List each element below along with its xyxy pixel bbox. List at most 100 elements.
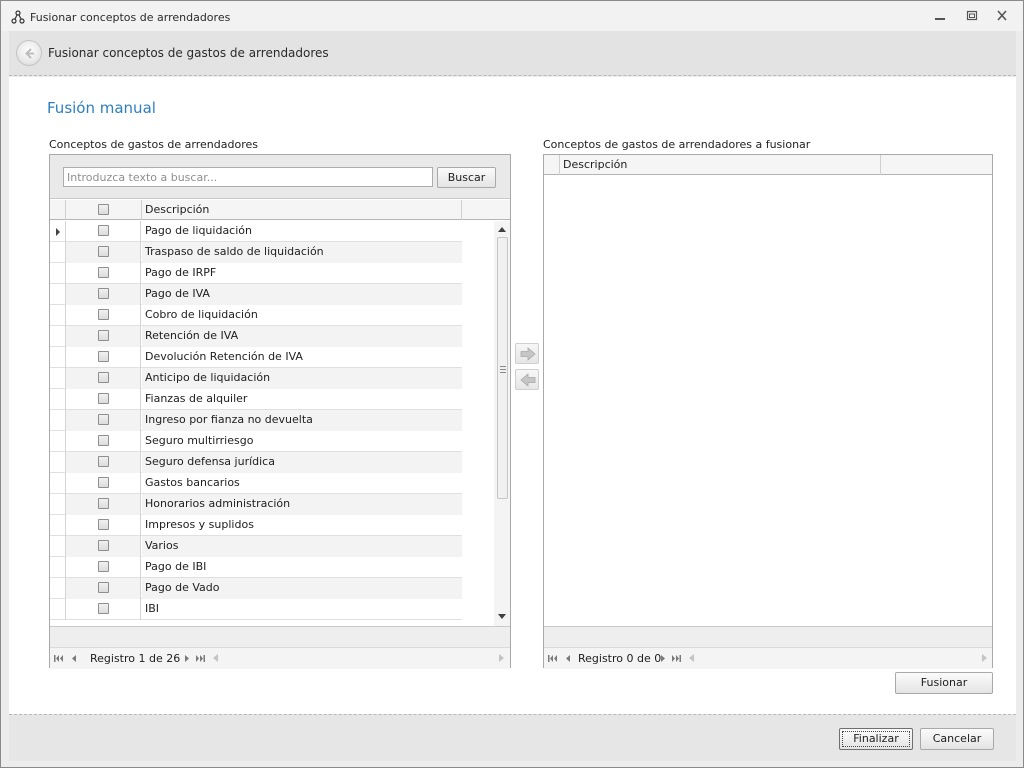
row-description[interactable]: Seguro defensa jurídica [142, 452, 462, 473]
remove-from-merge-button[interactable] [515, 369, 539, 390]
next-record-icon[interactable] [182, 654, 191, 663]
select-all-checkbox[interactable] [98, 204, 109, 215]
merge-button[interactable]: Fusionar [895, 672, 993, 694]
row-indicator[interactable] [50, 452, 66, 473]
table-row[interactable]: Ingreso por fianza no devuelta [50, 410, 494, 431]
table-row[interactable]: Pago de Vado [50, 578, 494, 599]
cancel-button[interactable]: Cancelar [920, 728, 994, 750]
previous-record-icon[interactable] [70, 654, 79, 663]
row-description[interactable]: Traspaso de saldo de liquidación [142, 242, 462, 263]
row-indicator[interactable] [50, 515, 66, 536]
table-row[interactable]: Anticipo de liquidación [50, 368, 494, 389]
row-checkbox[interactable] [98, 351, 109, 362]
table-row[interactable]: Honorarios administración [50, 494, 494, 515]
row-indicator[interactable] [50, 242, 66, 263]
row-description[interactable]: Honorarios administración [142, 494, 462, 515]
table-row[interactable]: Gastos bancarios [50, 473, 494, 494]
row-description[interactable]: Cobro de liquidación [142, 305, 462, 326]
finish-button[interactable]: Finalizar [839, 728, 913, 750]
row-description[interactable]: Seguro multirriesgo [142, 431, 462, 452]
row-description[interactable]: Pago de IVA [142, 284, 462, 305]
row-indicator[interactable] [50, 599, 66, 620]
last-record-icon[interactable] [672, 654, 681, 663]
description-column-header[interactable]: Descripción [142, 200, 462, 220]
row-checkbox[interactable] [98, 603, 109, 614]
restore-icon[interactable] [965, 10, 979, 22]
row-description[interactable]: Pago de IRPF [142, 263, 462, 284]
row-checkbox[interactable] [98, 246, 109, 257]
table-row[interactable]: Impresos y suplidos [50, 515, 494, 536]
row-checkbox[interactable] [98, 267, 109, 278]
row-indicator[interactable] [50, 578, 66, 599]
add-to-merge-button[interactable] [515, 343, 539, 364]
row-description[interactable]: Anticipo de liquidación [142, 368, 462, 389]
row-description[interactable]: Fianzas de alquiler [142, 389, 462, 410]
search-button[interactable]: Buscar [437, 167, 496, 188]
row-description[interactable]: Pago de Vado [142, 578, 462, 599]
row-checkbox[interactable] [98, 477, 109, 488]
row-indicator[interactable] [50, 431, 66, 452]
row-checkbox[interactable] [98, 414, 109, 425]
search-input[interactable] [63, 167, 433, 187]
row-description[interactable]: Retención de IVA [142, 326, 462, 347]
table-row[interactable]: Traspaso de saldo de liquidación [50, 242, 494, 263]
row-indicator[interactable] [50, 368, 66, 389]
table-row[interactable]: Retención de IVA [50, 326, 494, 347]
row-indicator[interactable] [50, 305, 66, 326]
row-indicator[interactable] [50, 494, 66, 515]
row-description[interactable]: IBI [142, 599, 462, 620]
table-row[interactable]: Pago de IRPF [50, 263, 494, 284]
scroll-left-arrow-icon[interactable] [213, 654, 218, 662]
first-record-icon[interactable] [548, 654, 557, 663]
row-indicator[interactable] [50, 326, 66, 347]
table-row[interactable]: Pago de IBI [50, 557, 494, 578]
row-checkbox[interactable] [98, 225, 109, 236]
table-row[interactable]: Pago de IVA [50, 284, 494, 305]
row-checkbox[interactable] [98, 288, 109, 299]
row-checkbox[interactable] [98, 456, 109, 467]
scroll-left-arrow-icon[interactable] [689, 654, 694, 662]
scroll-right-arrow-icon[interactable] [499, 654, 504, 662]
row-indicator[interactable] [50, 557, 66, 578]
last-record-icon[interactable] [196, 654, 205, 663]
previous-record-icon[interactable] [564, 654, 573, 663]
description-column-header[interactable]: Descripción [560, 155, 881, 175]
row-checkbox[interactable] [98, 540, 109, 551]
table-row[interactable]: Seguro defensa jurídica [50, 452, 494, 473]
table-row[interactable]: IBI [50, 599, 494, 620]
table-row[interactable]: Devolución Retención de IVA [50, 347, 494, 368]
row-description[interactable]: Gastos bancarios [142, 473, 462, 494]
row-indicator[interactable] [50, 473, 66, 494]
scroll-down-arrow-icon[interactable] [498, 614, 506, 619]
table-row[interactable]: Cobro de liquidación [50, 305, 494, 326]
back-button[interactable] [16, 40, 42, 66]
row-checkbox[interactable] [98, 435, 109, 446]
row-checkbox[interactable] [98, 582, 109, 593]
row-indicator[interactable] [50, 410, 66, 431]
row-description[interactable]: Pago de IBI [142, 557, 462, 578]
row-indicator[interactable] [50, 389, 66, 410]
close-icon[interactable] [995, 10, 1009, 22]
row-checkbox[interactable] [98, 498, 109, 509]
vertical-scrollbar[interactable] [494, 221, 510, 626]
row-checkbox[interactable] [98, 519, 109, 530]
row-indicator[interactable] [50, 284, 66, 305]
table-row[interactable]: Pago de liquidación [50, 221, 494, 242]
table-row[interactable]: Varios [50, 536, 494, 557]
row-description[interactable]: Ingreso por fianza no devuelta [142, 410, 462, 431]
row-indicator[interactable] [50, 263, 66, 284]
first-record-icon[interactable] [54, 654, 63, 663]
row-description[interactable]: Varios [142, 536, 462, 557]
row-description[interactable]: Impresos y suplidos [142, 515, 462, 536]
minimize-icon[interactable] [933, 10, 947, 22]
table-row[interactable]: Fianzas de alquiler [50, 389, 494, 410]
row-description[interactable]: Devolución Retención de IVA [142, 347, 462, 368]
table-row[interactable]: Seguro multirriesgo [50, 431, 494, 452]
row-checkbox[interactable] [98, 309, 109, 320]
scroll-up-arrow-icon[interactable] [498, 227, 506, 232]
next-record-icon[interactable] [658, 654, 667, 663]
scroll-right-arrow-icon[interactable] [982, 654, 987, 662]
row-description[interactable]: Pago de liquidación [142, 221, 462, 242]
scroll-thumb[interactable] [497, 237, 508, 499]
row-checkbox[interactable] [98, 330, 109, 341]
